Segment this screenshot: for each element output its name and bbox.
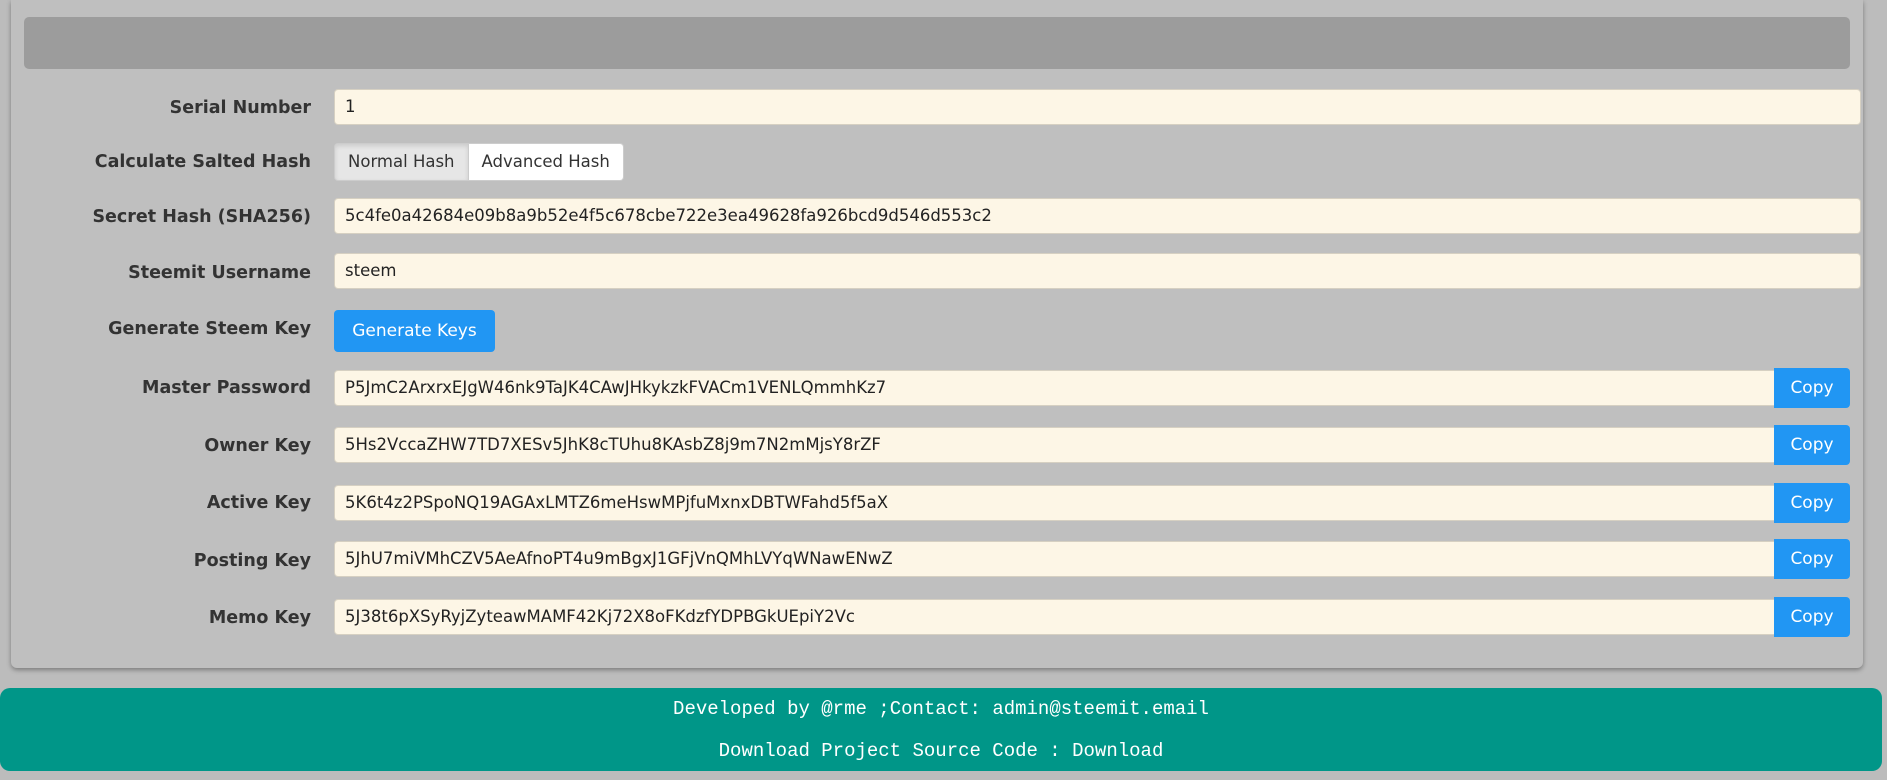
download-source-text: Download Project Source Code : bbox=[718, 740, 1073, 762]
generate-key-label: Generate Steem Key bbox=[108, 319, 311, 339]
copy-master-password-button[interactable]: Copy bbox=[1774, 368, 1850, 408]
generate-keys-button[interactable]: Generate Keys bbox=[334, 310, 495, 352]
owner-key-label: Owner Key bbox=[204, 436, 311, 456]
contact-text: ;Contact: bbox=[866, 698, 993, 720]
copy-memo-key-button[interactable]: Copy bbox=[1774, 597, 1850, 637]
username-label: Steemit Username bbox=[128, 263, 311, 283]
posting-key-label: Posting Key bbox=[193, 551, 311, 571]
footer-credits: Developed by @rme ;Contact: admin@steemi… bbox=[0, 698, 1882, 720]
secret-hash-label: Secret Hash (SHA256) bbox=[92, 207, 311, 227]
username-input[interactable]: steem bbox=[334, 253, 1861, 289]
secret-hash-input[interactable]: 5c4fe0a42684e09b8a9b52e4f5c678cbe722e3ea… bbox=[334, 198, 1861, 234]
developer-link[interactable]: @rme bbox=[821, 698, 867, 720]
footer-download: Download Project Source Code : Download bbox=[0, 740, 1882, 762]
copy-posting-key-button[interactable]: Copy bbox=[1774, 539, 1850, 579]
serial-number-input[interactable]: 1 bbox=[334, 89, 1861, 125]
advanced-hash-button[interactable]: Advanced Hash bbox=[468, 143, 624, 181]
developed-by-text: Developed by bbox=[673, 698, 822, 720]
footer: Developed by @rme ;Contact: admin@steemi… bbox=[0, 688, 1882, 771]
card-header-bar bbox=[24, 17, 1850, 69]
hash-type-toggle: Normal Hash Advanced Hash bbox=[334, 143, 624, 181]
owner-key-input[interactable]: 5Hs2VccaZHW7TD7XESv5JhK8cTUhu8KAsbZ8j9m7… bbox=[334, 427, 1775, 463]
copy-active-key-button[interactable]: Copy bbox=[1774, 483, 1850, 523]
memo-key-label: Memo Key bbox=[208, 608, 311, 628]
download-link[interactable]: Download bbox=[1072, 740, 1163, 762]
serial-number-label: Serial Number bbox=[169, 98, 311, 118]
key-generator-card: Serial Number 1 Calculate Salted Hash No… bbox=[11, 0, 1863, 668]
salted-hash-label: Calculate Salted Hash bbox=[94, 152, 311, 172]
memo-key-input[interactable]: 5J38t6pXSyRyjZyteawMAMF42Kj72X8oFKdzfYDP… bbox=[334, 599, 1775, 635]
copy-owner-key-button[interactable]: Copy bbox=[1774, 425, 1850, 465]
master-password-input[interactable]: P5JmC2ArxrxEJgW46nk9TaJK4CAwJHkykzkFVACm… bbox=[334, 370, 1775, 406]
posting-key-input[interactable]: 5JhU7miVMhCZV5AeAfnoPT4u9mBgxJ1GFjVnQMhL… bbox=[334, 541, 1775, 577]
master-password-label: Master Password bbox=[142, 378, 311, 398]
active-key-input[interactable]: 5K6t4z2PSpoNQ19AGAxLMTZ6meHswMPjfuMxnxDB… bbox=[334, 485, 1775, 521]
normal-hash-button[interactable]: Normal Hash bbox=[334, 143, 469, 181]
contact-email-link[interactable]: admin@steemit.email bbox=[992, 698, 1209, 720]
active-key-label: Active Key bbox=[206, 493, 311, 513]
